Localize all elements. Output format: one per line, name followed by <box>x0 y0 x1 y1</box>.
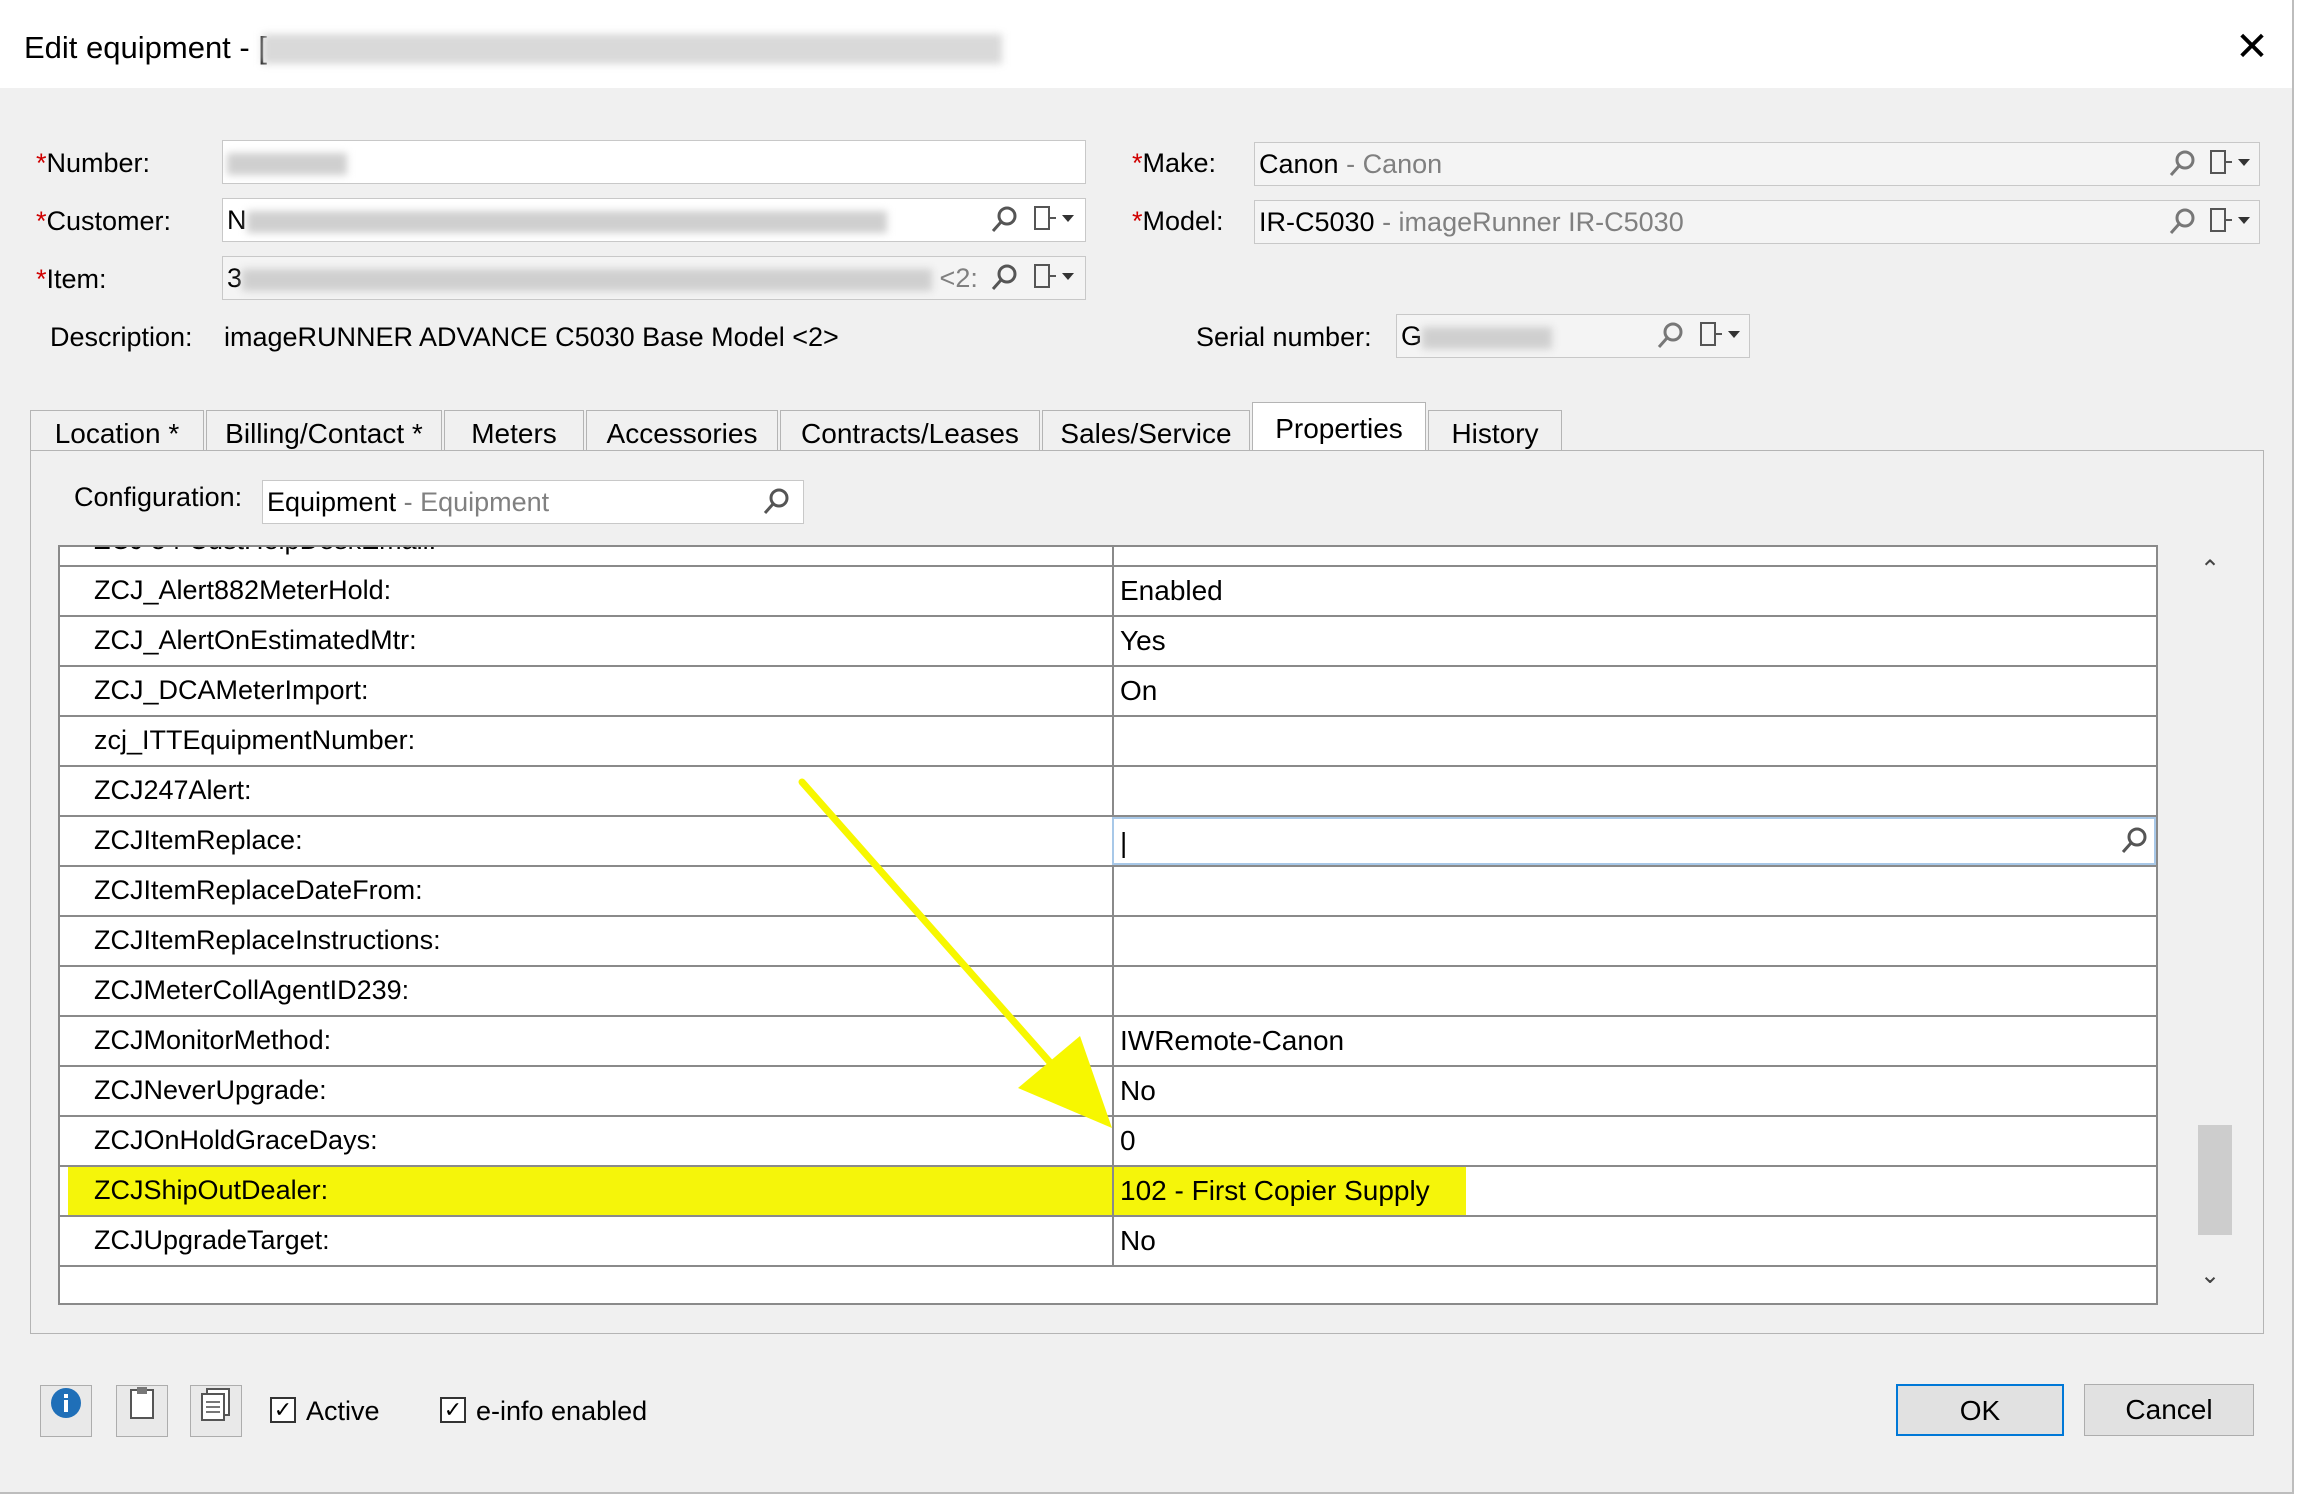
search-icon[interactable] <box>1656 320 1686 357</box>
edit-equipment-dialog: Edit equipment - [ ✕ *Number: *Customer:… <box>0 0 2294 1494</box>
model-label: *Model: <box>1132 206 1224 236</box>
einfo-label: e-info enabled <box>476 1396 648 1426</box>
notes-icon[interactable] <box>116 1385 168 1437</box>
search-icon[interactable] <box>2168 206 2198 243</box>
search-icon[interactable] <box>762 486 792 523</box>
table-row[interactable]: ZCJ_Alert882MeterHold: Enabled <box>60 565 2156 615</box>
active-checkbox[interactable]: ✓ <box>270 1397 296 1423</box>
chevron-up-icon[interactable]: ⌃ <box>2200 555 2220 584</box>
item-replace-input[interactable]: | <box>1112 817 2156 865</box>
configuration-field[interactable]: Equipment - Equipment <box>262 480 804 524</box>
close-icon[interactable]: ✕ <box>2232 24 2272 70</box>
link-dropdown-icon[interactable] <box>2208 148 2254 185</box>
search-icon[interactable] <box>2168 148 2198 185</box>
number-redacted <box>227 152 347 175</box>
active-label: Active <box>306 1396 380 1426</box>
serial-number-value: G <box>1401 321 1423 351</box>
table-row[interactable]: ZCJ_AlertOnEstimatedMtr: Yes <box>60 615 2156 665</box>
item-suffix: <2: <box>939 263 978 293</box>
make-desc: - Canon <box>1338 149 1443 179</box>
scrollbar-thumb[interactable] <box>2198 1125 2232 1235</box>
dialog-title: Edit equipment - [ <box>24 30 267 65</box>
search-icon[interactable] <box>2120 825 2150 862</box>
customer-value: N <box>227 205 247 235</box>
chevron-down-icon[interactable]: ⌄ <box>2200 1261 2220 1290</box>
serial-number-redacted <box>1422 326 1553 349</box>
tab-properties[interactable]: Properties <box>1252 402 1426 456</box>
serial-number-field[interactable]: G <box>1396 314 1750 358</box>
customer-field[interactable]: N <box>222 198 1086 242</box>
cancel-button[interactable]: Cancel <box>2084 1384 2254 1436</box>
search-icon[interactable] <box>990 262 1020 299</box>
table-row[interactable]: ZCJ_DCAMeterImport: On <box>60 665 2156 715</box>
model-desc: - imageRunner IR-C5030 <box>1374 207 1684 237</box>
description-label: Description: <box>50 322 193 352</box>
number-field[interactable] <box>222 140 1086 184</box>
link-dropdown-icon[interactable] <box>1032 204 1078 241</box>
item-label: *Item: <box>36 264 107 294</box>
table-row[interactable]: zcj_ITTEquipmentNumber: <box>60 715 2156 765</box>
customer-redacted <box>246 210 887 233</box>
customer-label: *Customer: <box>36 206 172 236</box>
configuration-value: Equipment <box>267 487 397 517</box>
einfo-checkbox[interactable]: ✓ <box>440 1397 466 1423</box>
table-row[interactable]: ZCJ 54 CustHelpDeskEmail: <box>60 547 2156 565</box>
link-dropdown-icon[interactable] <box>1032 262 1078 299</box>
model-field[interactable]: IR-C5030 - imageRunner IR-C5030 <box>1254 200 2260 244</box>
item-field[interactable]: 3 <2: <box>222 256 1086 300</box>
model-value: IR-C5030 <box>1259 207 1375 237</box>
configuration-label: Configuration: <box>74 482 243 512</box>
grid-bottom-border <box>60 1265 2156 1303</box>
title-redacted-text <box>262 34 1002 64</box>
ok-button[interactable]: OK <box>1896 1384 2064 1436</box>
number-label: *Number: <box>36 148 151 178</box>
configuration-desc: - Equipment <box>396 487 550 517</box>
description-value: imageRUNNER ADVANCE C5030 Base Model <2> <box>224 322 839 352</box>
link-dropdown-icon[interactable] <box>1698 320 1744 357</box>
table-row-highlighted[interactable]: ZCJShipOutDealer: 102 - First Copier Sup… <box>60 1165 2156 1215</box>
make-value: Canon <box>1259 149 1339 179</box>
item-value: 3 <box>227 263 243 293</box>
link-dropdown-icon[interactable] <box>2208 206 2254 243</box>
annotation-arrow-icon <box>798 778 1112 1128</box>
make-label: *Make: <box>1132 148 1217 178</box>
search-icon[interactable] <box>990 204 1020 241</box>
serial-number-label: Serial number: <box>1196 322 1372 352</box>
make-field[interactable]: Canon - Canon <box>1254 142 2260 186</box>
item-redacted <box>242 268 933 291</box>
title-bar: Edit equipment - [ ✕ <box>0 0 2292 88</box>
documents-icon[interactable] <box>190 1385 242 1437</box>
table-row[interactable]: ZCJUpgradeTarget: No <box>60 1215 2156 1265</box>
info-icon[interactable] <box>40 1385 92 1437</box>
scrollbar[interactable]: ⌃ ⌄ <box>2188 545 2240 1305</box>
